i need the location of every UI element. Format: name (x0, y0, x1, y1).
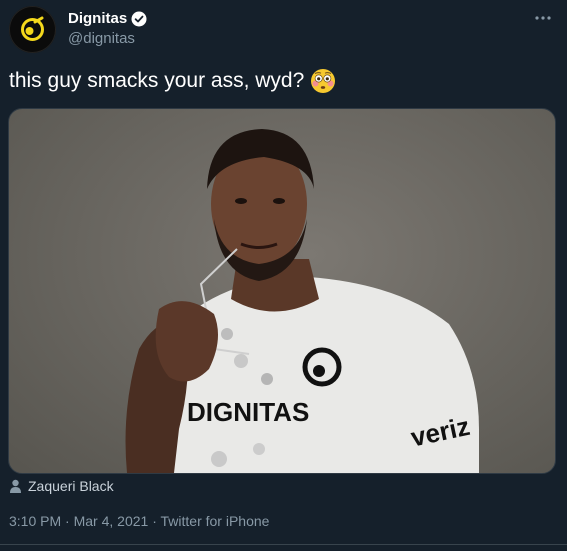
photo-illustration: DIGNITAS veriz (125, 129, 479, 473)
tagged-person-name: Zaqueri Black (28, 478, 114, 494)
person-icon (10, 479, 21, 493)
user-handle[interactable]: @dignitas (68, 30, 135, 47)
display-name[interactable]: Dignitas (68, 10, 127, 27)
verified-badge-icon (131, 11, 147, 26)
meta-separator: · (65, 513, 70, 529)
media-tag[interactable]: Zaqueri Black (9, 478, 114, 494)
avatar[interactable] (9, 6, 56, 53)
tweet-header: Dignitas @dignitas (9, 6, 559, 54)
tweet-source[interactable]: Twitter for iPhone (161, 513, 270, 529)
divider (0, 544, 567, 545)
tweet-meta: 3:10 PM · Mar 4, 2021 · Twitter for iPho… (9, 513, 269, 529)
tweet-text: this guy smacks your ass, wyd? (9, 69, 305, 92)
flushed-face-emoji-icon (311, 69, 336, 93)
tweet-text-row: this guy smacks your ass, wyd? (9, 68, 336, 94)
tweet-card: Dignitas @dignitas this guy smacks your … (0, 0, 567, 551)
tweet-time[interactable]: 3:10 PM (9, 513, 61, 529)
dignitas-logo-icon (21, 16, 44, 41)
jersey-text: DIGNITAS (187, 397, 309, 427)
meta-separator-2: · (152, 513, 157, 529)
name-row: Dignitas (68, 10, 147, 27)
tweet-photo[interactable]: DIGNITAS veriz (8, 108, 556, 474)
more-options-icon[interactable] (532, 10, 554, 26)
tweet-date[interactable]: Mar 4, 2021 (74, 513, 149, 529)
